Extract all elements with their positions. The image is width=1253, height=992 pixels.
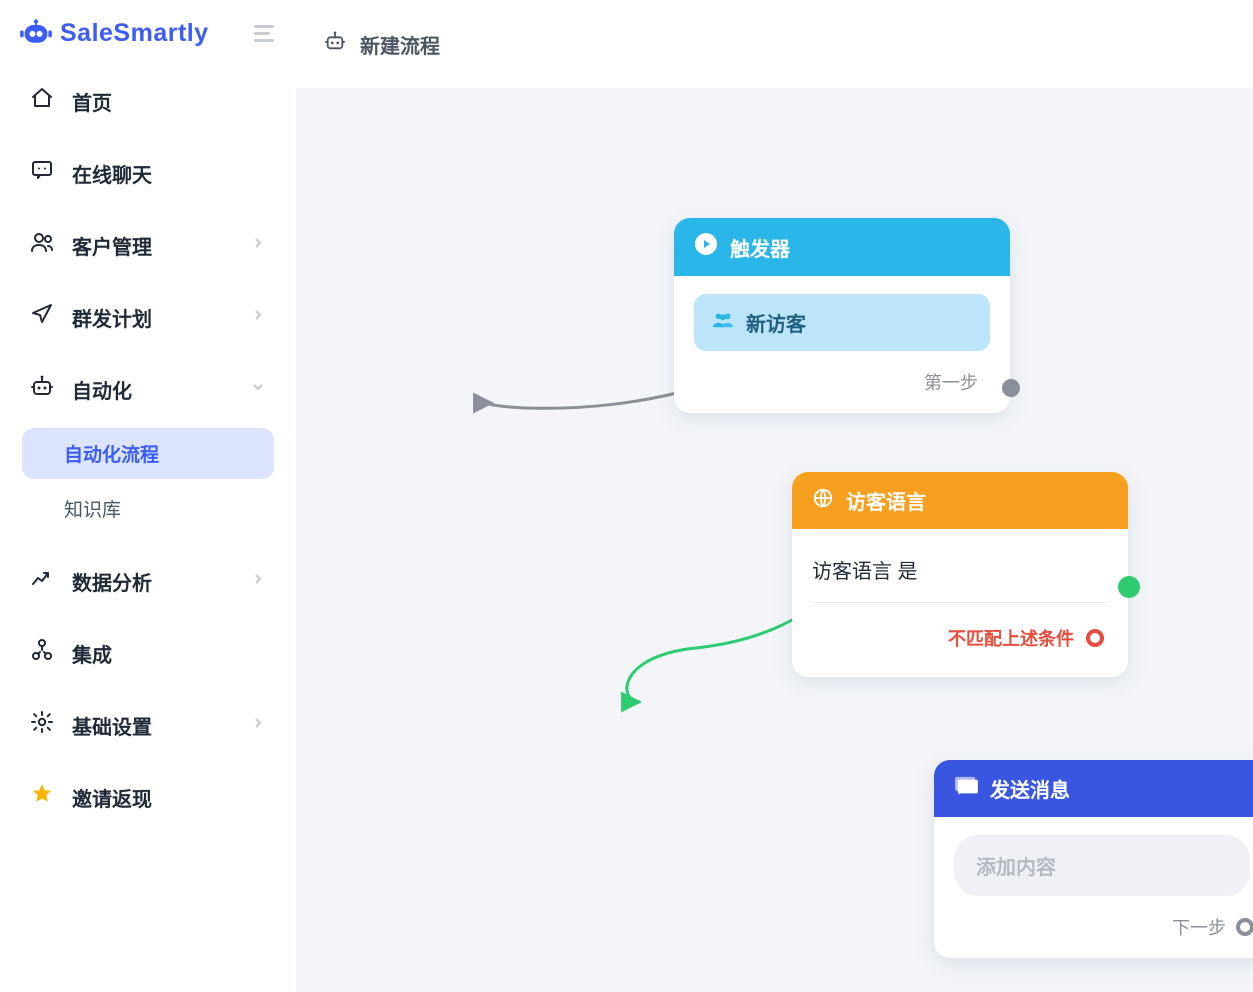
robot-icon — [18, 18, 54, 48]
sidebar-item-customers[interactable]: 客户管理 — [8, 216, 288, 274]
sidebar-sub-item-knowledge[interactable]: 知识库 — [22, 483, 274, 534]
sidebar-item-chat[interactable]: 在线聊天 — [8, 144, 288, 202]
play-icon — [694, 232, 718, 262]
output-port[interactable] — [1236, 918, 1253, 936]
step-label: 第一步 — [924, 369, 978, 395]
home-icon — [30, 86, 54, 116]
sidebar-item-label: 首页 — [72, 87, 266, 116]
flow-node-trigger[interactable]: 触发器 新访客 第一步 — [674, 218, 1010, 413]
card-header: 触发器 — [674, 218, 1010, 276]
chat-icon — [30, 158, 54, 188]
sidebar-item-analytics[interactable]: 数据分析 — [8, 552, 288, 610]
mismatch-label: 不匹配上述条件 — [948, 625, 1074, 651]
brand[interactable]: SaleSmartly — [18, 18, 209, 48]
sidebar-item-label: 集成 — [72, 639, 266, 668]
send-icon — [30, 302, 54, 332]
sidebar-item-label: 群发计划 — [72, 303, 232, 332]
chevron-down-icon — [250, 378, 266, 401]
card-footer: 下一步 — [934, 914, 1253, 958]
card-title: 发送消息 — [990, 774, 1070, 803]
sidebar-item-integration[interactable]: 集成 — [8, 624, 288, 682]
main: 新建流程 触发器 — [296, 0, 1253, 992]
brand-name: SaleSmartly — [60, 19, 209, 48]
sidebar-item-label: 在线聊天 — [72, 159, 266, 188]
gear-icon — [30, 710, 54, 740]
chevron-right-icon — [250, 714, 266, 737]
placeholder: 添加内容 — [976, 857, 1056, 879]
card-header: 访客语言 — [792, 472, 1128, 529]
sidebar-nav: 首页 在线聊天 客户管理 群发计划 — [0, 72, 296, 826]
sidebar-item-label: 客户管理 — [72, 231, 232, 260]
star-icon — [30, 782, 54, 812]
sidebar-item-home[interactable]: 首页 — [8, 72, 288, 130]
flow-node-condition[interactable]: 访客语言 访客语言 是 不匹配上述条件 — [792, 472, 1128, 677]
card-header: 发送消息 — [934, 760, 1253, 817]
robot-icon — [30, 374, 54, 404]
step-label: 下一步 — [1172, 914, 1226, 940]
chart-icon — [30, 566, 54, 596]
chevron-right-icon — [250, 306, 266, 329]
card-body: 添加内容 — [934, 817, 1253, 914]
users-icon — [30, 230, 54, 260]
sidebar-item-label: 数据分析 — [72, 567, 232, 596]
trigger-label: 新访客 — [746, 308, 806, 337]
sidebar-item-settings[interactable]: 基础设置 — [8, 696, 288, 754]
sidebar-sub-item-automation-flow[interactable]: 自动化流程 — [22, 428, 274, 479]
card-title: 访客语言 — [846, 486, 926, 515]
condition-predicate[interactable]: 访客语言 是 — [812, 547, 1108, 603]
sidebar-sub-automation: 自动化流程 知识库 — [8, 428, 288, 534]
message-icon — [954, 775, 978, 803]
sidebar-item-automation[interactable]: 自动化 — [8, 360, 288, 418]
sidebar-item-label: 知识库 — [64, 500, 121, 521]
sidebar-item-label: 自动化 — [72, 375, 232, 404]
add-content-button[interactable]: 添加内容 — [954, 835, 1250, 896]
chevron-right-icon — [250, 570, 266, 593]
flow-canvas[interactable]: 触发器 新访客 第一步 访客语言 — [296, 88, 1253, 992]
brand-row: SaleSmartly — [0, 10, 296, 72]
chevron-right-icon — [250, 234, 266, 257]
mismatch-port[interactable] — [1086, 629, 1104, 647]
visitors-icon — [712, 311, 734, 335]
card-body: 访客语言 是 不匹配上述条件 — [792, 529, 1128, 677]
sidebar-item-label: 邀请返现 — [72, 783, 266, 812]
sidebar-item-referral[interactable]: 邀请返现 — [8, 768, 288, 826]
condition-mismatch: 不匹配上述条件 — [812, 603, 1108, 659]
flow-node-action[interactable]: 发送消息 添加内容 下一步 — [934, 760, 1253, 958]
card-body: 新访客 — [674, 276, 1010, 369]
card-title: 触发器 — [730, 233, 790, 262]
match-port[interactable] — [1118, 576, 1140, 598]
output-port[interactable] — [1002, 379, 1020, 397]
sidebar-collapse-button[interactable] — [254, 21, 278, 45]
robot-icon — [324, 30, 346, 58]
integration-icon — [30, 638, 54, 668]
sidebar-item-label: 自动化流程 — [64, 445, 159, 466]
page-title: 新建流程 — [360, 30, 440, 59]
sidebar: SaleSmartly 首页 在线聊天 客户管理 — [0, 0, 296, 992]
globe-icon — [812, 487, 834, 515]
card-footer: 第一步 — [674, 369, 1010, 413]
sidebar-item-broadcast[interactable]: 群发计划 — [8, 288, 288, 346]
topbar: 新建流程 — [296, 0, 1253, 88]
trigger-pill[interactable]: 新访客 — [694, 294, 990, 351]
sidebar-item-label: 基础设置 — [72, 711, 232, 740]
